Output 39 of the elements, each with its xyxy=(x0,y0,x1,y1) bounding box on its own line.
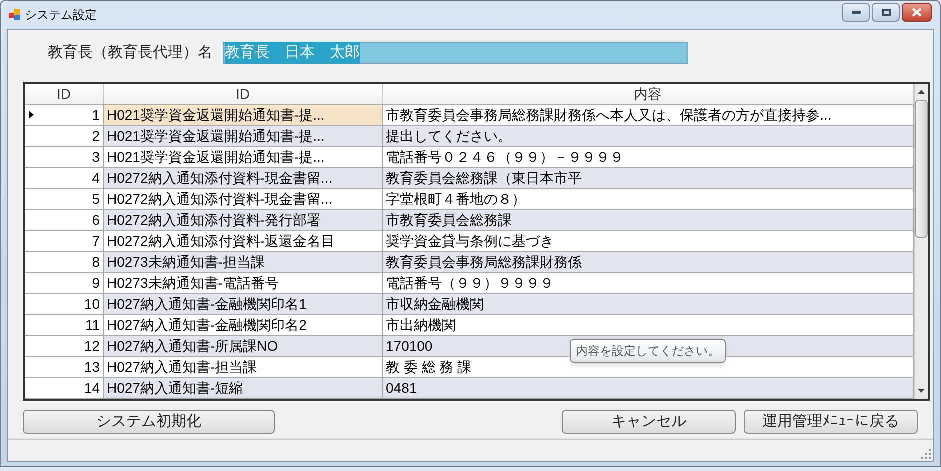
action-button[interactable]: キャンセル xyxy=(562,410,736,434)
minimize-button[interactable] xyxy=(842,2,870,22)
maximize-icon xyxy=(882,8,890,16)
table-cell: 奨学資金貸与条例に基づき xyxy=(383,231,914,251)
tooltip: 内容を設定してください。 xyxy=(570,339,726,363)
table-cell: 市収納金融機関 xyxy=(383,294,914,314)
window-title: システム設定 xyxy=(25,7,97,24)
column-header[interactable]: ID xyxy=(104,84,383,104)
table-cell: 市出納機関 xyxy=(383,315,914,335)
table-cell: H027納入通知書-所属課NO xyxy=(104,336,383,356)
table-cell: H0272納入通知添付資料-発行部署 xyxy=(104,210,383,230)
table-cell: H027納入通知書-短縮 xyxy=(104,378,383,398)
scroll-thumb[interactable] xyxy=(915,100,928,238)
table-cell: H021奨学資金返還開始通知書-提... xyxy=(104,126,383,146)
table-cell: H0272納入通知添付資料-現金書留... xyxy=(104,168,383,188)
close-button[interactable] xyxy=(902,2,932,22)
scroll-down-icon xyxy=(918,389,925,393)
table-cell: 市教育委員会総務課 xyxy=(383,210,914,230)
scrollbar[interactable] xyxy=(914,84,928,399)
field-label: 教育長（教育長代理）名 xyxy=(48,42,213,63)
action-button[interactable]: システム初期化 xyxy=(23,410,275,434)
minimize-icon xyxy=(852,10,860,14)
table-cell: H021奨学資金返還開始通知書-提... xyxy=(104,105,383,125)
close-icon xyxy=(912,8,922,16)
table-cell: 0481 xyxy=(383,378,914,398)
scroll-up-icon xyxy=(918,90,925,94)
column-header[interactable]: ID xyxy=(25,84,104,104)
app-icon xyxy=(9,9,21,21)
table-cell: H027納入通知書-金融機関印名1 xyxy=(104,294,383,314)
action-button[interactable]: 運用管理ﾒﾆｭｰに戻る xyxy=(744,410,918,434)
table-cell: H0273未納通知書-担当課 xyxy=(104,252,383,272)
table-cell: 市教育委員会事務局総務課財務係へ本人又は、保護者の方が直接持参... xyxy=(383,105,914,125)
resize-grip-icon xyxy=(921,449,931,459)
maximize-button[interactable] xyxy=(872,2,900,22)
table-cell: 提出してください。 xyxy=(383,126,914,146)
table-cell: 教育委員会事務局総務課財務係 xyxy=(383,252,914,272)
table-cell: 教 委 総 務 課 xyxy=(383,357,914,377)
table-cell: 字堂根町４番地の８） xyxy=(383,189,914,209)
table-cell: 教育委員会総務課（東日本市平 xyxy=(383,168,914,188)
